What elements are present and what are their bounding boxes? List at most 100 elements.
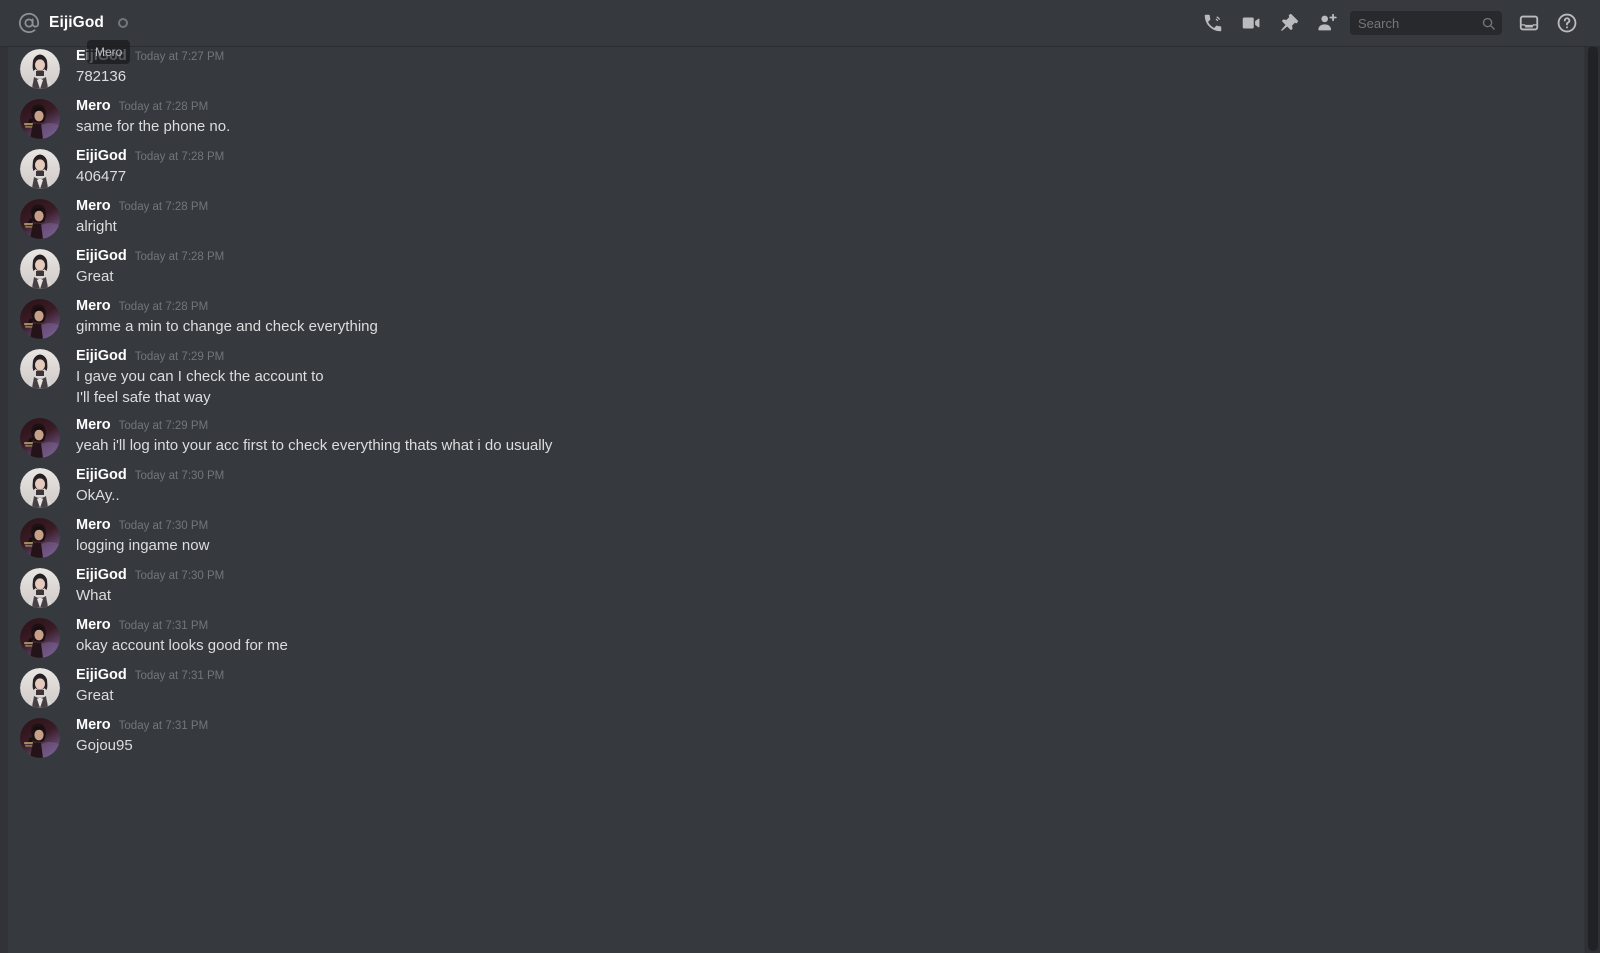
message-header: Mero Today at 7:28 PM (76, 297, 1600, 316)
eijigod-avatar[interactable] (20, 49, 60, 89)
message-author[interactable]: Mero (76, 197, 111, 216)
message-timestamp: Today at 7:30 PM (134, 570, 225, 583)
message-header: Mero Today at 7:28 PM (76, 97, 1600, 116)
message-row[interactable]: Mero Today at 7:31 PM Gojou95 (8, 708, 1600, 759)
message-row[interactable]: EijiGod Today at 7:27 PM 782136 (8, 47, 1600, 89)
message-row[interactable]: EijiGod Today at 7:31 PM Great (8, 658, 1600, 709)
scrollbar-thumb[interactable] (1588, 46, 1598, 951)
message-timestamp: Today at 7:31 PM (134, 670, 225, 683)
message-author[interactable]: EijiGod (76, 566, 127, 585)
message-author[interactable]: Mero (76, 416, 111, 435)
message-row[interactable]: Mero Today at 7:28 PM gimme a min to chang… (8, 289, 1600, 339)
help-button[interactable] (1548, 4, 1586, 42)
message-text: What (76, 587, 112, 605)
message-author[interactable]: Mero (76, 716, 111, 735)
status-circle-icon[interactable] (117, 18, 128, 28)
message-text: gimme a min to change and check everythi… (76, 317, 378, 335)
message-author[interactable]: EijiGod (76, 347, 127, 366)
message-timestamp: Today at 7:27 PM (134, 51, 225, 63)
message-text: Gojou95 (76, 737, 133, 755)
message-timestamp: Today at 7:28 PM (118, 201, 209, 213)
message-row[interactable]: Mero Today at 7:28 PM same for the phone n… (8, 89, 1600, 139)
message-body: Mero Today at 7:28 PM same for the phone n… (76, 97, 1600, 139)
message-row[interactable]: EijiGod Today at 7:29 PM I gave you can I … (8, 339, 1600, 408)
message-row[interactable]: Mero Today at 7:31 PM okay account looks g… (8, 608, 1600, 659)
add-friends-button[interactable] (1308, 4, 1346, 42)
message-timestamp: Today at 7:30 PM (134, 470, 225, 483)
message-text: yeah i'll log into your acc first to che… (76, 437, 553, 455)
message-text: logging ingame now (76, 537, 210, 555)
message-author[interactable]: EijiGod (76, 247, 127, 266)
eijigod-avatar[interactable] (20, 468, 60, 509)
message-text: 782136 (76, 67, 127, 85)
message-row[interactable]: EijiGod Today at 7:28 PM 406477 (8, 139, 1600, 189)
message-row[interactable]: Mero Today at 7:30 PM logging ingame now (8, 508, 1600, 559)
inbox-button[interactable] (1510, 4, 1548, 42)
eijigod-avatar[interactable] (20, 149, 60, 189)
message-row[interactable]: Mero Today at 7:28 PM alright (8, 189, 1600, 239)
discord-dm-window: EijiGod Search EijiGod Today at 7:27 PM … (0, 0, 1600, 953)
message-text: I'll feel safe that way (76, 388, 211, 406)
message-timestamp: Today at 7:28 PM (134, 151, 225, 163)
message-author[interactable]: Mero (76, 516, 111, 535)
eijigod-avatar[interactable] (20, 249, 60, 289)
message-author[interactable]: Mero (76, 97, 111, 116)
mero-avatar[interactable] (20, 418, 60, 459)
scrollbar-track[interactable] (1584, 46, 1600, 953)
eijigod-avatar[interactable] (20, 349, 60, 389)
message-author[interactable]: EijiGod (76, 147, 127, 166)
message-header: EijiGod Today at 7:31 PM (76, 666, 1600, 685)
message-header: Mero Today at 7:31 PM (76, 616, 1600, 635)
channel-title: EijiGod (49, 14, 104, 31)
start-call-button[interactable] (1194, 4, 1232, 42)
eijigod-avatar[interactable] (20, 668, 60, 709)
message-body: EijiGod Today at 7:28 PM Great (76, 247, 1600, 289)
message-timestamp: Today at 7:28 PM (118, 301, 209, 313)
message-body: EijiGod Today at 7:31 PM Great (76, 666, 1600, 708)
message-body: EijiGod Today at 7:28 PM 406477 (76, 147, 1600, 189)
mero-avatar[interactable] (20, 718, 60, 759)
message-text: Great (76, 687, 114, 705)
pinned-messages-button[interactable] (1270, 4, 1308, 42)
message-row[interactable]: Mero Today at 7:29 PM yeah i'll log into y… (8, 408, 1600, 459)
message-row[interactable]: EijiGod Today at 7:30 PM What (8, 558, 1600, 609)
message-text: okay account looks good for me (76, 637, 288, 655)
search-input[interactable]: Search (1350, 11, 1502, 35)
message-header: EijiGod Today at 7:27 PM (76, 47, 1600, 66)
mero-avatar[interactable] (20, 99, 60, 139)
message-row[interactable]: EijiGod Today at 7:30 PM OkAy.. (8, 458, 1600, 509)
message-scroller[interactable]: EijiGod Today at 7:27 PM 782136 Mero Today a… (0, 47, 1600, 953)
start-video-call-button[interactable] (1232, 4, 1270, 42)
message-text: OkAy.. (76, 487, 120, 505)
message-body: Mero Today at 7:29 PM yeah i'll log into y… (76, 416, 1600, 458)
message-header: EijiGod Today at 7:28 PM (76, 147, 1600, 166)
message-author[interactable]: EijiGod (76, 666, 127, 685)
search-placeholder: Search (1358, 15, 1400, 31)
message-timestamp: Today at 7:29 PM (118, 420, 209, 433)
channel-header-actions: Search (1194, 4, 1586, 42)
message-row[interactable]: EijiGod Today at 7:28 PM Great (8, 239, 1600, 289)
mero-avatar[interactable] (20, 199, 60, 239)
mero-avatar[interactable] (20, 618, 60, 659)
message-timestamp: Today at 7:29 PM (134, 351, 225, 363)
message-body: EijiGod Today at 7:29 PM I gave you can I … (76, 347, 1600, 408)
message-header: EijiGod Today at 7:29 PM (76, 347, 1600, 366)
eijigod-avatar[interactable] (20, 568, 60, 609)
message-author[interactable]: Mero (76, 297, 111, 316)
search-icon[interactable] (1481, 16, 1496, 31)
message-body: EijiGod Today at 7:27 PM 782136 (76, 47, 1600, 89)
mero-avatar[interactable] (20, 518, 60, 559)
message-body: EijiGod Today at 7:30 PM What (76, 566, 1600, 608)
message-header: EijiGod Today at 7:30 PM (76, 466, 1600, 485)
message-header: Mero Today at 7:30 PM (76, 516, 1600, 535)
message-author[interactable]: EijiGod (76, 47, 127, 66)
message-author[interactable]: Mero (76, 616, 111, 635)
mero-avatar[interactable] (20, 299, 60, 339)
message-header: Mero Today at 7:31 PM (76, 716, 1600, 735)
message-text: Great (76, 267, 114, 285)
message-body: Mero Today at 7:28 PM alright (76, 197, 1600, 239)
channel-header-left: EijiGod (18, 12, 128, 34)
message-list: EijiGod Today at 7:27 PM 782136 Mero Today a… (0, 47, 1600, 759)
message-author[interactable]: EijiGod (76, 466, 127, 485)
message-text: 406477 (76, 167, 127, 185)
